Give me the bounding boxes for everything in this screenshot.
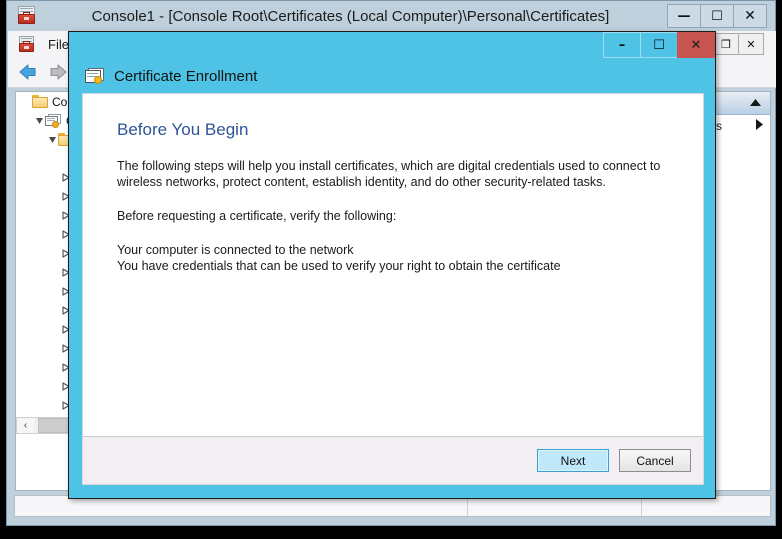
page-title: Console1 - [Console Root\Certificates (L… (91, 7, 610, 25)
status-pane-2 (468, 496, 642, 516)
dialog-paragraph-2: Before requesting a certificate, verify … (117, 209, 397, 223)
actions-pane-row[interactable]: s (714, 115, 770, 137)
cancel-button[interactable]: Cancel (619, 449, 691, 472)
minimize-button[interactable]: — (667, 4, 701, 28)
dialog-titlebar[interactable]: – ☐ ✕ (69, 32, 715, 60)
actions-pane: s (713, 91, 771, 491)
dialog-minimize-button[interactable]: – (603, 32, 641, 58)
chevron-down-icon[interactable] (33, 111, 45, 130)
twisty-placeholder (20, 92, 32, 111)
dialog-title: Certificate Enrollment (114, 68, 258, 85)
forward-arrow-icon[interactable] (44, 61, 70, 83)
folder-icon (32, 95, 48, 108)
mmc-console-icon-small (18, 36, 36, 52)
next-button[interactable]: Next (537, 449, 609, 472)
back-arrow-icon[interactable] (16, 61, 42, 83)
certificate-store-icon (45, 113, 62, 128)
scroll-left-button[interactable]: ‹ (17, 418, 34, 433)
dialog-header: Certificate Enrollment (69, 60, 715, 93)
mdi-restore-button[interactable]: ❐ (713, 33, 739, 55)
chevron-down-icon[interactable] (46, 130, 58, 149)
mdi-close-button[interactable]: ✕ (738, 33, 764, 55)
certificate-icon (85, 68, 105, 85)
dialog-checklist-item-1: Your computer is connected to the networ… (117, 243, 354, 257)
certificate-enrollment-dialog: – ☐ ✕ Certificate Enrollment Before You … (68, 31, 716, 499)
main-window-controls: — ☐ ✕ (667, 4, 767, 28)
dialog-maximize-button[interactable]: ☐ (640, 32, 678, 58)
main-titlebar[interactable]: Console1 - [Console Root\Certificates (L… (7, 1, 775, 31)
dialog-footer: Next Cancel (82, 436, 704, 485)
dialog-paragraph-1: The following steps will help you instal… (117, 159, 661, 189)
dialog-body: Before You Begin The following steps wil… (82, 93, 704, 472)
triangle-right-icon[interactable] (755, 118, 764, 134)
close-button[interactable]: ✕ (733, 4, 767, 28)
actions-pane-header[interactable] (714, 92, 770, 115)
triangle-up-icon[interactable] (749, 94, 762, 112)
maximize-button[interactable]: ☐ (700, 4, 734, 28)
dialog-heading: Before You Begin (117, 120, 249, 139)
dialog-checklist-item-2: You have credentials that can be used to… (117, 259, 561, 273)
dialog-close-button[interactable]: ✕ (677, 32, 715, 58)
status-pane-3 (642, 496, 770, 516)
mmc-console-icon (17, 6, 37, 26)
status-pane-1 (15, 496, 468, 516)
actions-row-label: s (716, 119, 722, 133)
